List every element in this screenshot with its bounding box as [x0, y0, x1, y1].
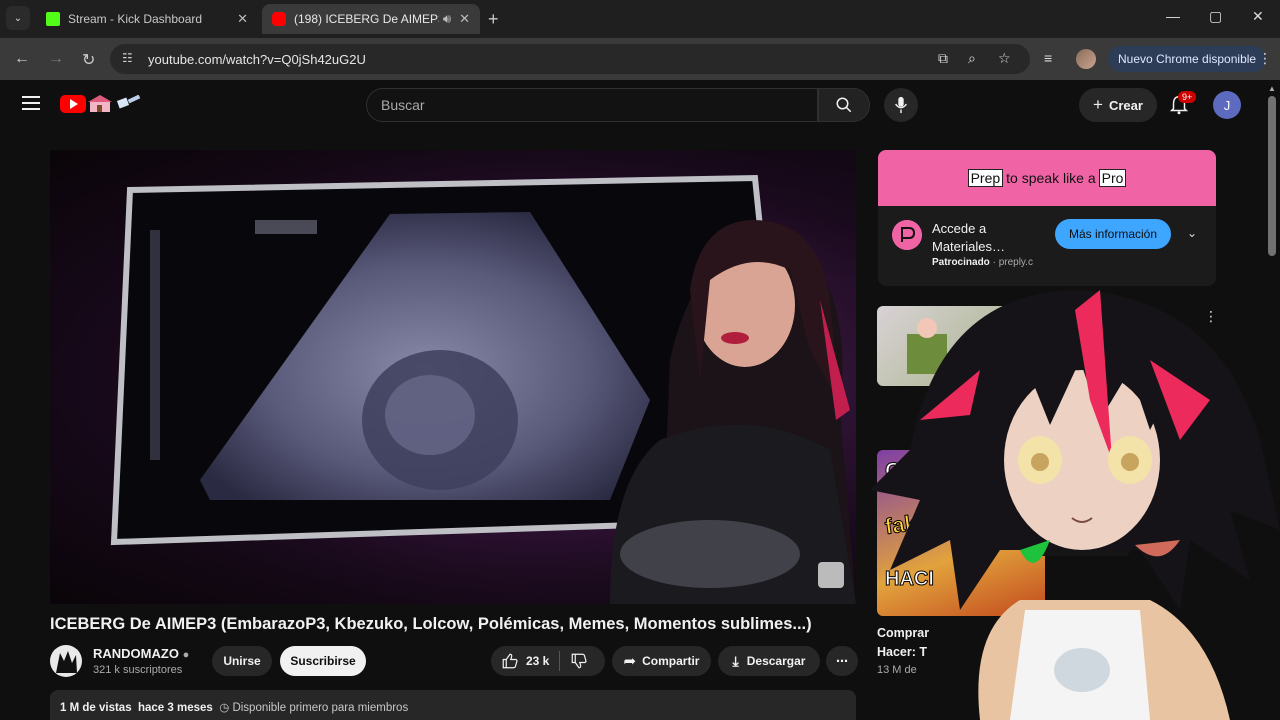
- logo-doodle-icon[interactable]: [88, 95, 142, 113]
- install-app-icon[interactable]: ⧉: [938, 50, 948, 67]
- ad-card[interactable]: Accede a Materiales… Patrocinado · prepl…: [878, 206, 1216, 286]
- voice-search-button[interactable]: [884, 88, 918, 122]
- description-box[interactable]: 1 M de vistas hace 3 meses ◷ Disponible …: [50, 690, 856, 720]
- new-tab-button[interactable]: +: [488, 9, 499, 30]
- subscriber-count: 321 k suscriptores: [93, 664, 183, 676]
- download-label: Descargar: [746, 654, 806, 668]
- download-icon: ⤓: [732, 652, 739, 669]
- scroll-up-arrow[interactable]: ▲: [1268, 84, 1276, 93]
- recommendation-menu-icon[interactable]: ⋮: [1204, 308, 1218, 325]
- more-info-button[interactable]: Más información: [1055, 219, 1171, 249]
- ad-sponsored-line: Patrocinado · preply.c: [932, 257, 1033, 268]
- microphone-icon: [895, 96, 907, 114]
- share-button[interactable]: ➦ Compartir: [612, 646, 711, 676]
- thumbnail-image: [907, 318, 947, 374]
- ad-banner-text: to speak like a: [1006, 170, 1096, 186]
- share-arrow-icon: ➦: [623, 653, 637, 670]
- like-count: 23 k: [526, 654, 550, 668]
- menu-icon[interactable]: [22, 96, 40, 110]
- notifications-count-badge: 9+: [1178, 91, 1197, 103]
- channel-avatar[interactable]: [50, 645, 82, 677]
- create-button[interactable]: + Crear: [1079, 88, 1157, 122]
- video-player[interactable]: [50, 150, 856, 604]
- create-label: Crear: [1108, 97, 1143, 113]
- youtube-logo[interactable]: [60, 95, 86, 113]
- view-count: 1 M de vistas: [60, 702, 132, 714]
- media-controls-icon[interactable]: ≡: [1044, 50, 1052, 66]
- kick-favicon-icon: [46, 12, 60, 26]
- like-dislike-group: 23 k: [491, 646, 605, 676]
- close-window-button[interactable]: ✕: [1252, 8, 1264, 25]
- plus-icon: +: [1093, 95, 1103, 114]
- thumbnail-text: COM: [884, 458, 937, 484]
- members-note: Disponible primero para miembros: [232, 702, 409, 714]
- recommended-video-title[interactable]: Comprar Hacer: T: [877, 624, 937, 662]
- tab-youtube-video[interactable]: (198) ICEBERG De AIMEP3 (E 🔊︎ ✕: [262, 4, 480, 34]
- thumbnail-text: fak: [883, 509, 919, 540]
- ad-title[interactable]: Accede a Materiales…: [932, 220, 1052, 256]
- preply-logo-icon: [892, 220, 922, 250]
- address-bar[interactable]: ☷ youtube.com/watch?v=Q0jSh42uG2U: [110, 44, 1030, 74]
- subscribe-button[interactable]: Suscribirse: [280, 646, 366, 676]
- ad-banner-word: Pro: [1098, 169, 1127, 187]
- channel-logo-icon: [56, 651, 77, 673]
- bookmark-star-icon[interactable]: ☆: [998, 50, 1011, 67]
- forward-button[interactable]: →: [48, 50, 64, 68]
- back-button[interactable]: ←: [14, 50, 30, 68]
- close-tab-icon[interactable]: ✕: [237, 11, 248, 27]
- site-info-icon[interactable]: ☷: [122, 51, 138, 67]
- youtube-favicon-icon: [272, 12, 286, 26]
- tab-title: (198) ICEBERG De AIMEP3 (E: [294, 12, 439, 26]
- members-clock-icon: ◷: [219, 702, 230, 714]
- search-icon: [836, 97, 852, 113]
- share-label: Compartir: [642, 654, 700, 668]
- upload-date: hace 3 meses: [137, 702, 213, 714]
- more-dots-icon: ⋯: [836, 654, 848, 668]
- maximize-window-button[interactable]: ▢: [1209, 8, 1222, 25]
- page-scrollbar[interactable]: [1268, 96, 1276, 256]
- tab-kick-dashboard[interactable]: Stream - Kick Dashboard ✕: [36, 4, 258, 34]
- chrome-menu-icon[interactable]: ⋮: [1258, 50, 1272, 67]
- channel-name[interactable]: RANDOMAZO ●: [93, 646, 189, 661]
- channel-name-text: RANDOMAZO: [93, 646, 179, 661]
- more-actions-button[interactable]: ⋯: [826, 646, 858, 676]
- like-divider: [559, 651, 561, 671]
- search-input[interactable]: Buscar: [366, 88, 818, 122]
- search-button[interactable]: [818, 88, 870, 122]
- thumbnail-text: HACI: [885, 568, 935, 591]
- like-button[interactable]: 23 k: [501, 652, 549, 670]
- recommended-video-thumbnail[interactable]: COM fak HACI: [877, 450, 1045, 616]
- ad-banner-word: Prep: [967, 169, 1004, 187]
- reload-button[interactable]: ↻: [82, 50, 95, 70]
- tab-title: Stream - Kick Dashboard: [68, 12, 203, 26]
- chevron-down-icon[interactable]: ⌄: [1187, 226, 1197, 240]
- video-title: ICEBERG De AIMEP3 (EmbarazoP3, Kbezuko, …: [50, 615, 812, 633]
- download-button[interactable]: ⤓ Descargar: [718, 646, 820, 676]
- minimize-window-button[interactable]: —: [1166, 8, 1180, 24]
- url-text: youtube.com/watch?v=Q0jSh42uG2U: [148, 51, 366, 67]
- video-frame-image: [50, 150, 856, 604]
- sponsored-label: Patrocinado: [932, 257, 990, 268]
- browser-tab-strip: ⌄ Stream - Kick Dashboard ✕ (198) ICEBER…: [0, 0, 1280, 38]
- recommended-video-thumbnail[interactable]: [877, 306, 1045, 386]
- close-tab-icon[interactable]: ✕: [459, 11, 470, 27]
- zoom-icon[interactable]: ⌕: [968, 50, 976, 67]
- verified-check-icon: ●: [182, 649, 190, 661]
- ad-domain: preply.c: [998, 257, 1033, 268]
- chrome-update-button[interactable]: Nuevo Chrome disponible: [1108, 46, 1267, 72]
- tab-search-button[interactable]: ⌄: [6, 6, 30, 30]
- account-avatar[interactable]: J: [1213, 91, 1241, 119]
- join-button[interactable]: Unirse: [212, 646, 272, 676]
- thumbs-down-icon[interactable]: [570, 652, 588, 670]
- chrome-profile-avatar[interactable]: [1076, 49, 1096, 69]
- thumbs-up-icon: [502, 653, 518, 669]
- audio-playing-icon[interactable]: 🔊︎: [443, 11, 451, 27]
- recommended-video-views: 13 M de: [877, 664, 917, 676]
- ad-banner[interactable]: Prep to speak like a Pro: [878, 150, 1216, 206]
